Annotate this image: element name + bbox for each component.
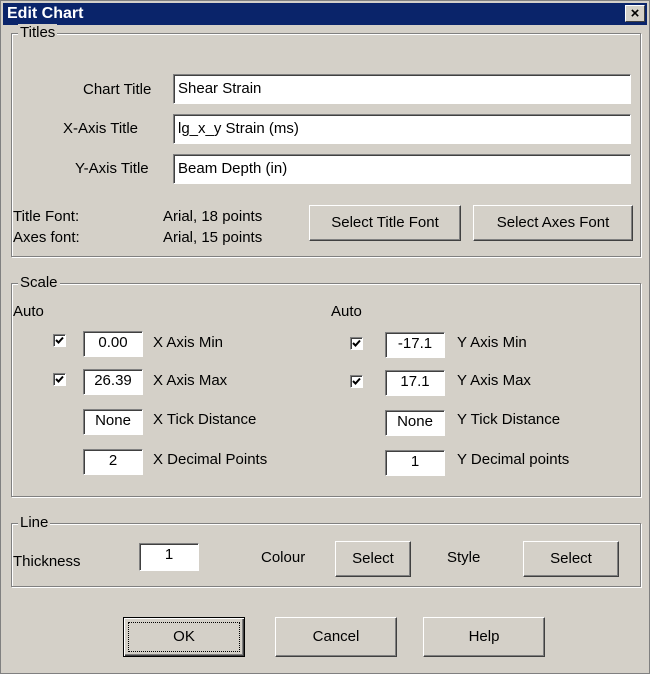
style-label: Style — [447, 549, 481, 566]
colour-label: Colour — [261, 549, 306, 566]
dialog-title: Edit Chart — [7, 5, 84, 22]
x-axis-max-auto-checkbox[interactable] — [53, 373, 66, 386]
y-axis-title-label: Y-Axis Title — [75, 160, 149, 177]
x-tick-distance-label: X Tick Distance — [153, 411, 257, 428]
y-axis-title-input[interactable]: Beam Depth (in) — [173, 154, 631, 184]
thickness-label: Thickness — [13, 553, 81, 570]
line-legend: Line — [18, 514, 51, 531]
y-axis-min-label: Y Axis Min — [457, 334, 527, 351]
checkmark-icon — [55, 375, 64, 383]
x-decimal-points-input[interactable]: 2 — [83, 449, 143, 475]
ok-button[interactable]: OK — [123, 617, 245, 657]
x-axis-min-label: X Axis Min — [153, 334, 224, 351]
focus-rectangle — [128, 622, 240, 652]
axes-font-label: Axes font: — [13, 229, 80, 246]
edit-chart-dialog: Edit Chart × Titles Chart Title Shear St… — [0, 0, 650, 674]
scale-legend: Scale — [18, 274, 60, 291]
x-axis-min-input[interactable]: 0.00 — [83, 331, 143, 357]
checkmark-icon — [352, 377, 361, 385]
x-axis-title-label: X-Axis Title — [63, 120, 139, 137]
y-tick-distance-input[interactable]: None — [385, 410, 445, 436]
y-decimal-points-label: Y Decimal points — [457, 451, 570, 468]
select-axes-font-button[interactable]: Select Axes Font — [473, 205, 633, 241]
x-axis-min-auto-checkbox[interactable] — [53, 334, 66, 347]
chart-title-input[interactable]: Shear Strain — [173, 74, 631, 104]
colour-select-button[interactable]: Select — [335, 541, 411, 577]
help-button[interactable]: Help — [423, 617, 545, 657]
close-button[interactable]: × — [625, 5, 645, 22]
y-tick-distance-label: Y Tick Distance — [457, 411, 561, 428]
axes-font-value: Arial, 15 points — [163, 229, 263, 246]
y-axis-min-auto-checkbox[interactable] — [350, 337, 363, 350]
chart-title-label: Chart Title — [83, 81, 152, 98]
titles-legend: Titles — [18, 24, 58, 41]
y-auto-label: Auto — [331, 303, 362, 320]
title-font-value: Arial, 18 points — [163, 208, 263, 225]
x-axis-max-label: X Axis Max — [153, 372, 228, 389]
y-decimal-points-input[interactable]: 1 — [385, 450, 445, 476]
title-font-label: Title Font: — [13, 208, 80, 225]
close-icon: × — [630, 5, 640, 22]
x-axis-max-input[interactable]: 26.39 — [83, 369, 143, 395]
style-select-button[interactable]: Select — [523, 541, 619, 577]
y-axis-max-input[interactable]: 17.1 — [385, 370, 445, 396]
title-bar[interactable]: Edit Chart × — [3, 3, 647, 25]
y-axis-max-auto-checkbox[interactable] — [350, 375, 363, 388]
checkmark-icon — [352, 339, 361, 347]
y-axis-max-label: Y Axis Max — [457, 372, 531, 389]
checkmark-icon — [55, 336, 64, 344]
x-auto-label: Auto — [13, 303, 44, 320]
select-title-font-button[interactable]: Select Title Font — [309, 205, 461, 241]
x-decimal-points-label: X Decimal Points — [153, 451, 268, 468]
y-axis-min-input[interactable]: -17.1 — [385, 332, 445, 358]
thickness-input[interactable]: 1 — [139, 543, 199, 571]
x-tick-distance-input[interactable]: None — [83, 409, 143, 435]
cancel-button[interactable]: Cancel — [275, 617, 397, 657]
x-axis-title-input[interactable]: lg_x_y Strain (ms) — [173, 114, 631, 144]
